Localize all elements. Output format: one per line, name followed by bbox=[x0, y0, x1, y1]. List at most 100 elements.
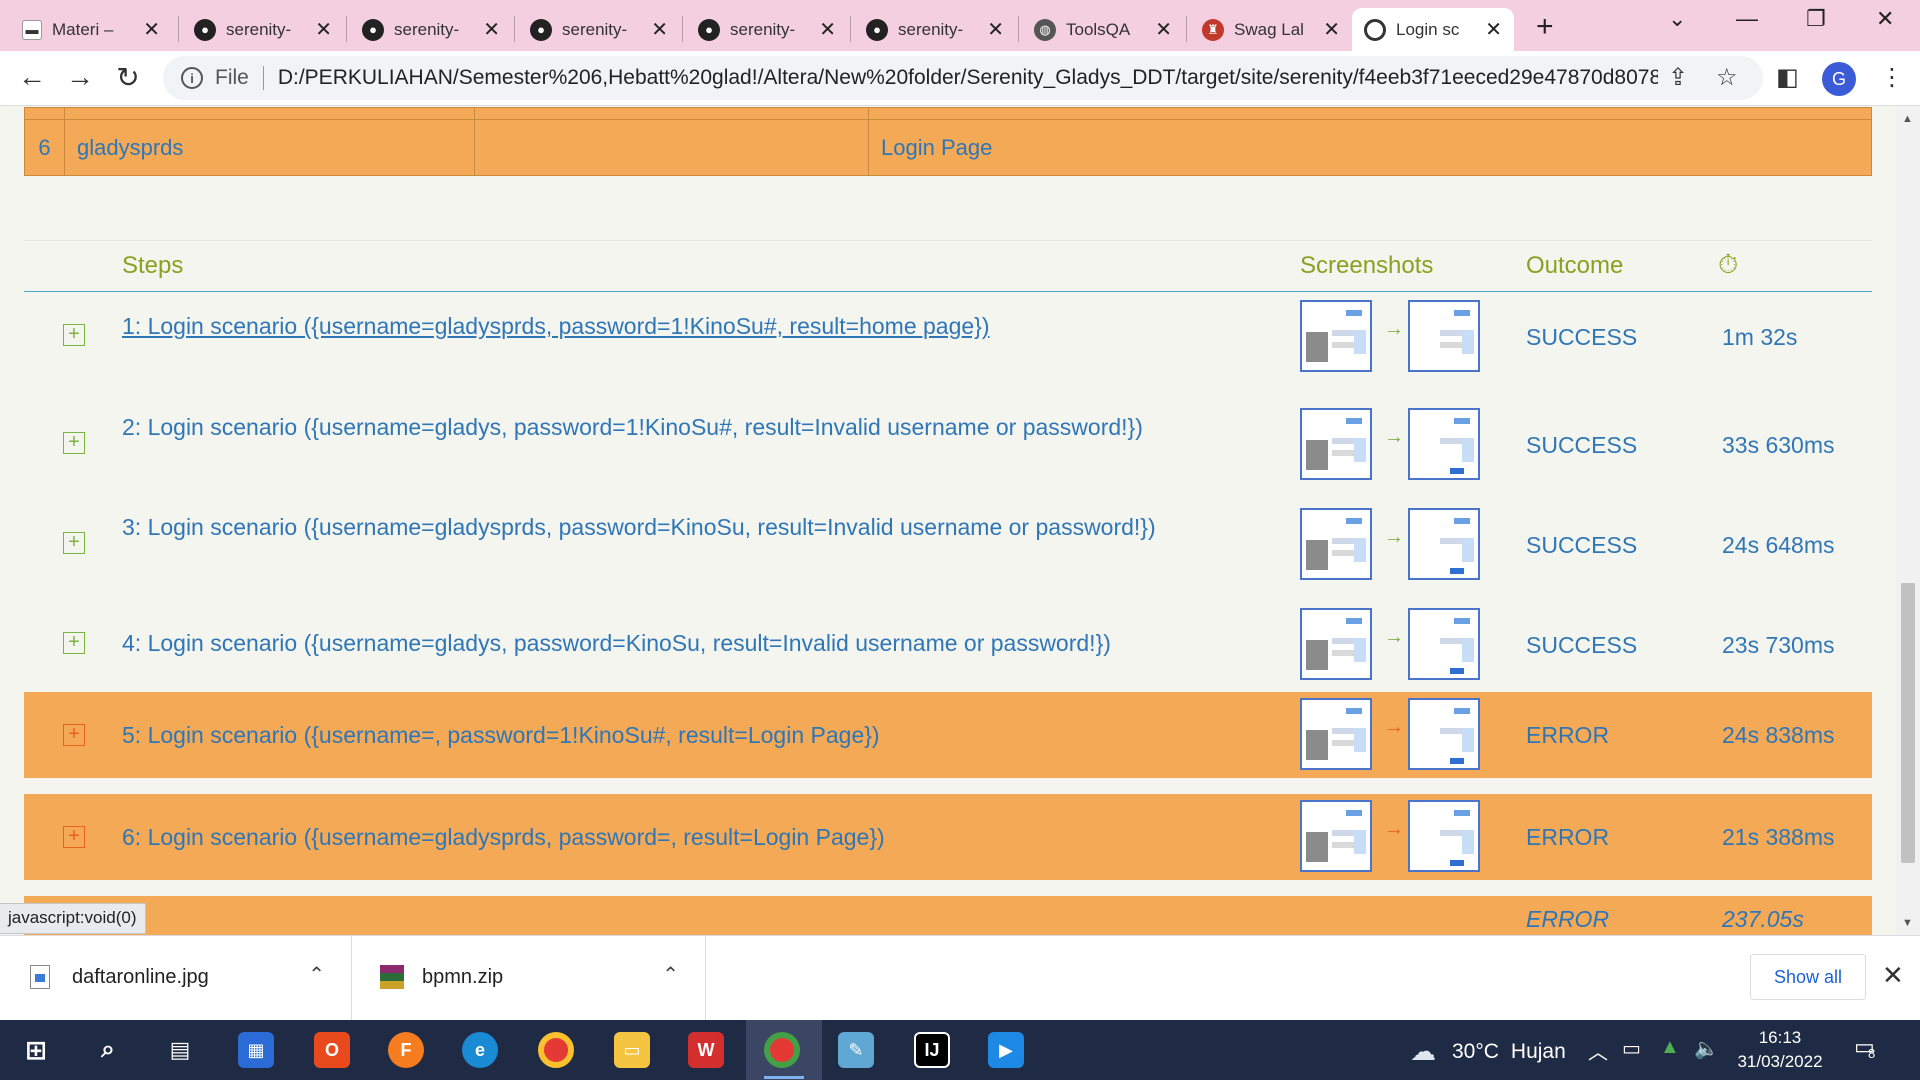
screenshot-thumbnail[interactable] bbox=[1408, 698, 1480, 770]
url-text[interactable]: D:/PERKULIAHAN/Semester%206,Hebatt%20gla… bbox=[278, 66, 1658, 90]
volume-icon[interactable]: 🔈 bbox=[1694, 1036, 1719, 1061]
screenshot-thumbnail[interactable] bbox=[1408, 608, 1480, 680]
tray-chevron-icon[interactable]: ︿ bbox=[1588, 1036, 1608, 1065]
expand-icon[interactable]: + bbox=[63, 826, 85, 848]
outcome-label: SUCCESS bbox=[1526, 432, 1638, 458]
close-icon[interactable]: ✕ bbox=[143, 17, 160, 42]
window-close-icon[interactable]: ✕ bbox=[1876, 6, 1894, 32]
profile-avatar[interactable]: G bbox=[1822, 62, 1856, 96]
close-icon[interactable]: ✕ bbox=[987, 17, 1004, 42]
scroll-up-icon[interactable]: ▲ bbox=[1902, 113, 1913, 125]
globe-icon: ◍ bbox=[1034, 18, 1056, 41]
expand-icon[interactable]: + bbox=[63, 632, 85, 654]
weather-widget[interactable]: ☁ 30°C Hujan bbox=[1410, 1036, 1566, 1067]
tab-0[interactable]: ▬ Materi – ✕ bbox=[10, 8, 172, 51]
windows-start-icon[interactable]: ⊞ bbox=[18, 1032, 54, 1068]
media-player-icon[interactable]: ▶ bbox=[988, 1032, 1024, 1068]
info-icon[interactable]: i bbox=[181, 67, 203, 89]
step-title[interactable]: 1: Login scenario ({username=gladysprds,… bbox=[122, 309, 1252, 343]
battery-icon[interactable]: ▭ bbox=[1622, 1036, 1641, 1061]
back-icon[interactable]: ← bbox=[14, 61, 50, 93]
minimize-icon[interactable]: — bbox=[1736, 6, 1758, 32]
tab-1[interactable]: ● serenity- ✕ bbox=[182, 8, 344, 51]
screenshot-thumbnail[interactable] bbox=[1300, 300, 1372, 372]
address-bar[interactable]: i File D:/PERKULIAHAN/Semester%206,Hebat… bbox=[163, 56, 1763, 100]
screenshot-thumbnail[interactable] bbox=[1300, 698, 1372, 770]
chrome-icon[interactable] bbox=[538, 1032, 574, 1068]
expand-icon[interactable]: + bbox=[63, 324, 85, 346]
step-row-6: + 6: Login scenario ({username=gladysprd… bbox=[24, 794, 1872, 880]
download-item[interactable]: daftaronline.jpg ⌃ bbox=[0, 936, 352, 1021]
duration-label: 24s 648ms bbox=[1722, 532, 1835, 558]
intellij-icon[interactable]: IJ bbox=[914, 1032, 950, 1068]
bookmark-star-icon[interactable]: ☆ bbox=[1716, 63, 1738, 92]
close-icon[interactable]: ✕ bbox=[1323, 17, 1340, 42]
expand-icon[interactable]: + bbox=[63, 432, 85, 454]
new-tab-icon[interactable]: + bbox=[1536, 10, 1554, 44]
close-icon[interactable]: ✕ bbox=[1155, 17, 1172, 42]
outcome-label: SUCCESS bbox=[1526, 632, 1638, 658]
tab-8-active[interactable]: Login sc ✕ bbox=[1352, 8, 1514, 51]
close-icon[interactable]: ✕ bbox=[819, 17, 836, 42]
expand-icon[interactable]: + bbox=[63, 724, 85, 746]
task-view-icon[interactable]: ▤ bbox=[162, 1032, 198, 1068]
tab-label: serenity- bbox=[898, 19, 964, 39]
close-icon[interactable]: ✕ bbox=[315, 17, 332, 42]
screenshot-thumbnail[interactable] bbox=[1408, 300, 1480, 372]
menu-icon[interactable]: ⋮ bbox=[1880, 63, 1904, 92]
screenshot-thumbnail[interactable] bbox=[1300, 800, 1372, 872]
tab-3[interactable]: ● serenity- ✕ bbox=[518, 8, 680, 51]
show-all-button[interactable]: Show all bbox=[1750, 954, 1866, 1000]
share-icon[interactable]: ⇪ bbox=[1668, 63, 1688, 92]
screenshot-thumbnail[interactable] bbox=[1408, 800, 1480, 872]
scroll-thumb[interactable] bbox=[1901, 583, 1915, 863]
tab-label: Swag Lal bbox=[1234, 19, 1304, 39]
step-title[interactable]: 6: Login scenario ({username=gladysprds,… bbox=[122, 820, 1252, 854]
tab-7[interactable]: ♜ Swag Lal ✕ bbox=[1190, 8, 1352, 51]
tab-search-icon[interactable]: ⌄ bbox=[1668, 6, 1686, 32]
scroll-down-icon[interactable]: ▼ bbox=[1902, 917, 1913, 929]
screenshot-thumbnail[interactable] bbox=[1300, 508, 1372, 580]
step-title[interactable]: 2: Login scenario ({username=gladys, pas… bbox=[122, 410, 1252, 444]
system-clock[interactable]: 16:13 31/03/2022 bbox=[1730, 1026, 1830, 1074]
tab-2[interactable]: ● serenity- ✕ bbox=[350, 8, 512, 51]
tab-6[interactable]: ◍ ToolsQA ✕ bbox=[1022, 8, 1184, 51]
close-icon[interactable]: ✕ bbox=[483, 17, 500, 42]
step-title[interactable]: 4: Login scenario ({username=gladys, pas… bbox=[122, 626, 1252, 660]
url-scheme: File bbox=[215, 66, 249, 89]
examples-table: 6 gladysprds Login Page bbox=[24, 107, 1872, 176]
expand-icon[interactable]: + bbox=[63, 532, 85, 554]
notification-icon[interactable]: ▭ 8 bbox=[1854, 1034, 1875, 1061]
reload-icon[interactable]: ↻ bbox=[110, 61, 146, 94]
screenshot-thumbnail[interactable] bbox=[1300, 408, 1372, 480]
arrow-right-icon: → bbox=[1384, 716, 1404, 738]
screenshot-thumbnail[interactable] bbox=[1408, 408, 1480, 480]
page-scrollbar[interactable]: ▲ ▼ bbox=[1896, 107, 1920, 935]
download-item[interactable]: bpmn.zip ⌃ bbox=[354, 936, 706, 1021]
close-icon[interactable]: ✕ bbox=[1485, 17, 1502, 42]
tab-4[interactable]: ● serenity- ✕ bbox=[686, 8, 848, 51]
file-explorer-icon[interactable]: ▭ bbox=[614, 1032, 650, 1068]
network-icon[interactable]: ▲ bbox=[1660, 1036, 1680, 1059]
notepad-icon[interactable]: ✎ bbox=[838, 1032, 874, 1068]
forward-icon[interactable]: → bbox=[62, 61, 98, 93]
steps-heading: Steps bbox=[122, 252, 184, 279]
step-title[interactable]: 3: Login scenario ({username=gladysprds,… bbox=[122, 510, 1252, 544]
office-icon[interactable]: O bbox=[314, 1032, 350, 1068]
firefox-icon[interactable]: F bbox=[388, 1032, 424, 1068]
restore-icon[interactable]: ❐ bbox=[1806, 6, 1826, 32]
close-icon[interactable]: ✕ bbox=[651, 17, 668, 42]
tab-5[interactable]: ● serenity- ✕ bbox=[854, 8, 1016, 51]
wps-icon[interactable]: W bbox=[688, 1032, 724, 1068]
screenshot-thumbnail[interactable] bbox=[1300, 608, 1372, 680]
step-title[interactable]: 5: Login scenario ({username=, password=… bbox=[122, 718, 1252, 752]
search-icon[interactable]: ⌕ bbox=[90, 1032, 126, 1068]
close-icon[interactable]: ✕ bbox=[1882, 960, 1904, 991]
side-panel-icon[interactable]: ◧ bbox=[1776, 63, 1799, 92]
chrome-profile-icon[interactable] bbox=[764, 1032, 800, 1068]
edge-icon[interactable]: e bbox=[462, 1032, 498, 1068]
chevron-up-icon[interactable]: ⌃ bbox=[662, 962, 679, 987]
chevron-up-icon[interactable]: ⌃ bbox=[308, 962, 325, 987]
store-icon[interactable]: ▦ bbox=[238, 1032, 274, 1068]
screenshot-thumbnail[interactable] bbox=[1408, 508, 1480, 580]
